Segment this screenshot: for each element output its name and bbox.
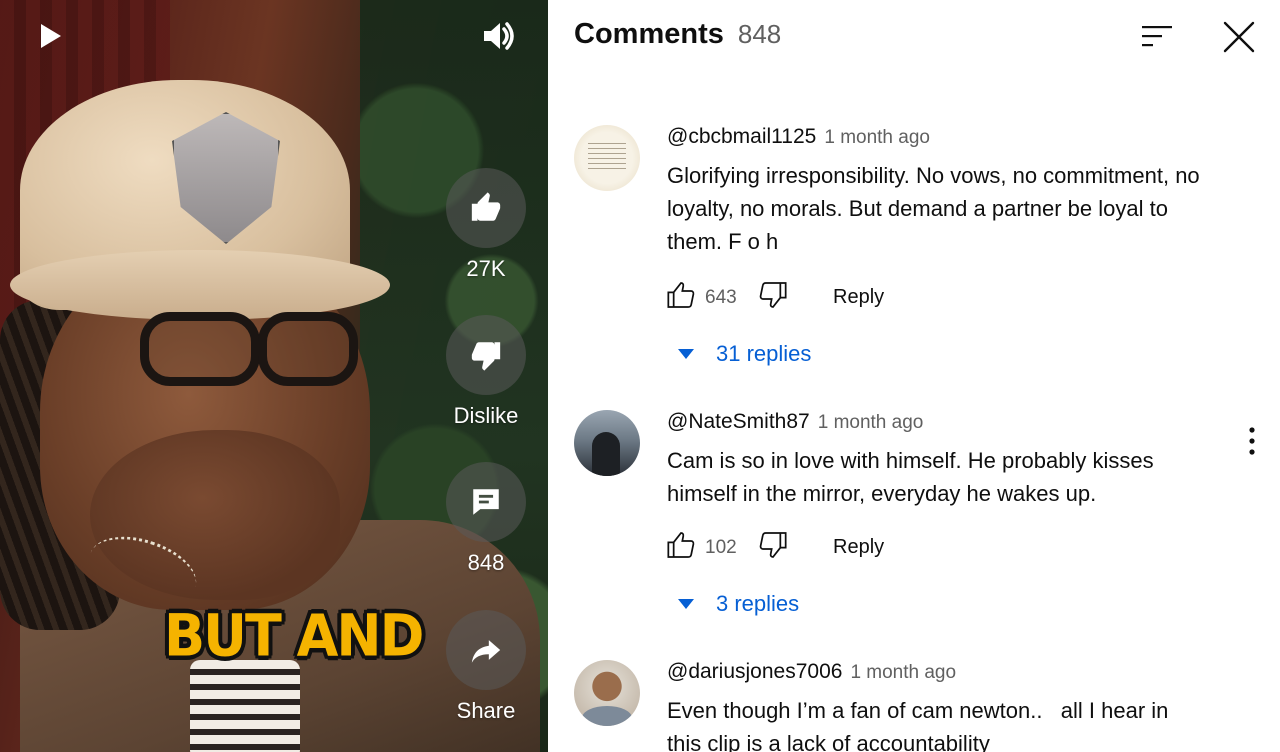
comment-username[interactable]: @cbcbmail1125 — [667, 125, 816, 149]
comment-username[interactable]: @dariusjones7006 — [667, 660, 842, 684]
comment-dislike-button[interactable] — [757, 529, 789, 566]
comment-timestamp[interactable]: 1 month ago — [850, 662, 956, 684]
thumbs-down-icon — [759, 282, 787, 308]
volume-button[interactable] — [482, 20, 518, 52]
close-icon — [1223, 21, 1255, 53]
view-replies-button[interactable]: 3 replies — [678, 591, 799, 617]
dislike-action[interactable]: Dislike — [446, 315, 526, 429]
sort-icon — [1142, 26, 1172, 47]
video-caption: BUT AND — [164, 601, 424, 670]
comment-text: Cam is so in love with himself. He proba… — [667, 448, 1154, 506]
thumbs-up-icon — [471, 192, 501, 221]
comments-panel: Comments 848 @cbcbmail1125 1 month ago G… — [548, 0, 1280, 752]
comments-total-count: 848 — [737, 19, 782, 49]
comment-username[interactable]: @NateSmith87 — [667, 410, 810, 434]
comments-count: 848 — [467, 550, 505, 575]
comment-text: Even though I’m a fan of cam newton.. al… — [667, 698, 1175, 752]
avatar[interactable] — [574, 410, 640, 476]
comment-header: @dariusjones7006 1 month ago — [667, 660, 956, 684]
comment-timestamp[interactable]: 1 month ago — [818, 412, 924, 434]
volume-icon — [484, 22, 514, 50]
avatar[interactable] — [574, 125, 640, 191]
thumbs-down-icon — [471, 342, 501, 371]
comment-actions: 102 Reply — [665, 529, 884, 566]
comment-dislike-button[interactable] — [757, 279, 789, 316]
comment-like-button[interactable] — [665, 279, 697, 316]
comment-text: Glorifying irresponsibility. No vows, no… — [667, 163, 1200, 254]
thumbs-down-icon — [759, 532, 787, 558]
like-count: 27K — [466, 256, 506, 281]
replies-label: 3 replies — [716, 591, 800, 616]
share-button[interactable] — [446, 610, 526, 690]
avatar[interactable] — [574, 660, 640, 726]
thumbs-up-icon — [667, 532, 695, 558]
replies-label: 31 replies — [716, 341, 812, 366]
comment-actions: 643 Reply — [665, 279, 884, 316]
chevron-down-icon — [678, 599, 694, 609]
share-action[interactable]: Share — [446, 610, 526, 724]
comment-icon — [473, 489, 499, 515]
play-button[interactable] — [38, 22, 64, 50]
comment-header: @NateSmith87 1 month ago — [667, 410, 923, 434]
dislike-label: Dislike — [453, 403, 519, 428]
video-subject-undershirt — [190, 660, 300, 752]
comments-title: Comments — [574, 18, 724, 50]
like-action[interactable]: 27K — [446, 168, 526, 282]
comments-action[interactable]: 848 — [446, 462, 526, 576]
comment-timestamp[interactable]: 1 month ago — [824, 127, 930, 149]
dislike-button[interactable] — [446, 315, 526, 395]
comment-like-button[interactable] — [665, 529, 697, 566]
play-icon — [41, 24, 61, 48]
comments-header: Comments 848 — [574, 18, 781, 51]
share-label: Share — [456, 698, 516, 723]
video-subject-glasses — [80, 312, 360, 392]
close-button[interactable] — [1222, 20, 1256, 54]
comments-button[interactable] — [446, 462, 526, 542]
video-player[interactable]: 27K Dislike 848 Share BUT AND — [0, 0, 548, 752]
comment-like-count: 643 — [705, 286, 737, 308]
thumbs-up-icon — [667, 282, 695, 308]
comment-menu-button[interactable] — [1244, 418, 1260, 458]
comment-reply-button[interactable]: Reply — [833, 286, 884, 309]
like-button[interactable] — [446, 168, 526, 248]
comment-like-count: 102 — [705, 536, 737, 558]
video-subject-hat-brim — [10, 250, 390, 320]
sort-button[interactable] — [1140, 22, 1174, 52]
more-vert-icon — [1249, 427, 1255, 455]
comment-reply-button[interactable]: Reply — [833, 536, 884, 559]
share-icon — [471, 640, 501, 663]
comment-header: @cbcbmail1125 1 month ago — [667, 125, 930, 149]
chevron-down-icon — [678, 349, 694, 359]
view-replies-button[interactable]: 31 replies — [678, 341, 811, 367]
